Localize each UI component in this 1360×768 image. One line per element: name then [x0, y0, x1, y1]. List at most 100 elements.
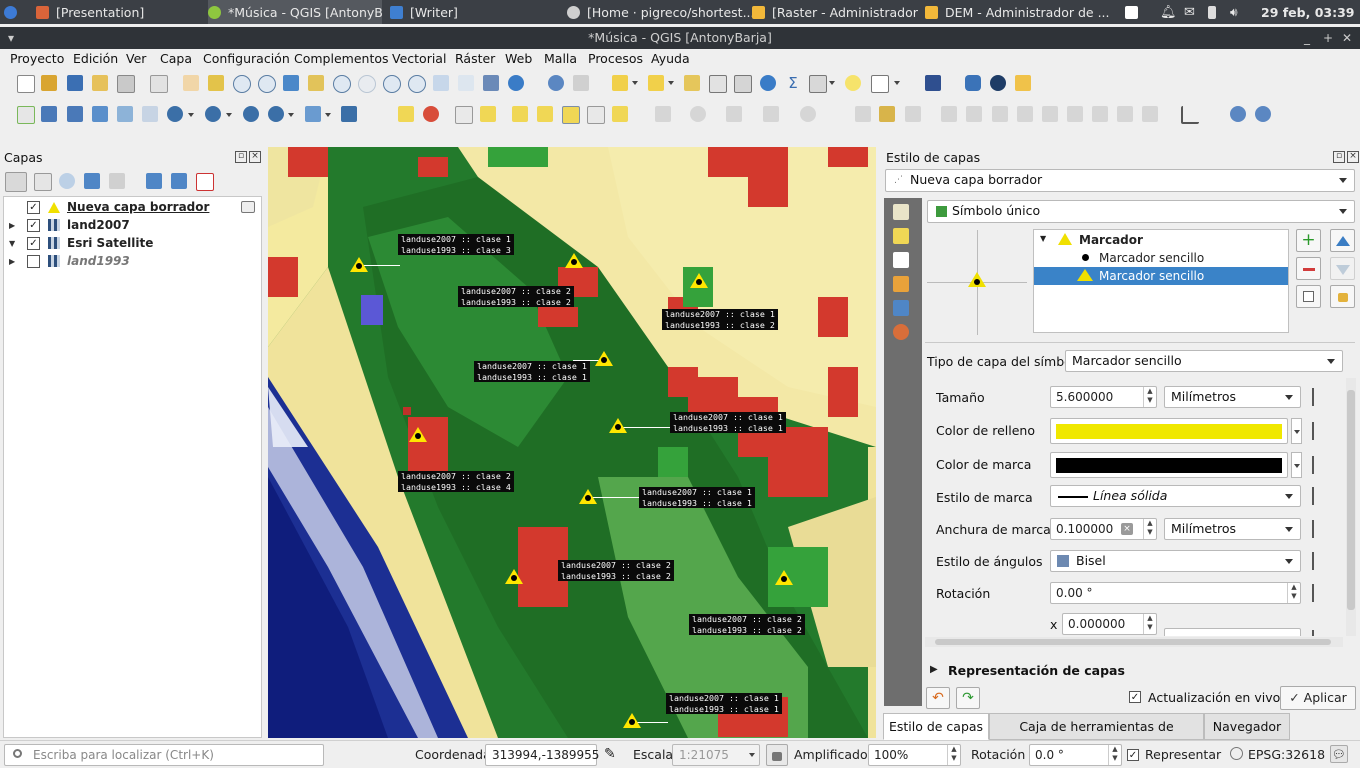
statistics-icon[interactable]: Σ: [785, 75, 801, 91]
tab-processing-toolbox[interactable]: Caja de herramientas de Procesos: [989, 713, 1204, 759]
new-map-view-icon[interactable]: [433, 75, 449, 91]
chevron-right-icon[interactable]: ▶: [9, 221, 15, 230]
add-vector-tile-icon[interactable]: [341, 106, 357, 122]
properties-scrollbar[interactable]: [1346, 378, 1356, 636]
add-group-icon[interactable]: [34, 173, 52, 191]
menu-ayuda[interactable]: Ayuda: [651, 51, 690, 66]
pin-labels-icon[interactable]: [480, 106, 496, 122]
renderer-combo[interactable]: Símbolo único: [927, 200, 1355, 223]
new-project-icon[interactable]: [17, 75, 35, 93]
measure-icon[interactable]: [809, 75, 827, 93]
float-panel-icon[interactable]: ▫: [235, 151, 247, 163]
add-postgis-icon[interactable]: [117, 106, 133, 122]
open-project-icon[interactable]: [41, 75, 57, 91]
tab-estilo-de-capas[interactable]: Estilo de capas: [883, 713, 989, 740]
close-panel-icon[interactable]: ×: [249, 151, 261, 163]
zoom-next-icon[interactable]: [408, 75, 426, 93]
clear-icon[interactable]: ×: [1121, 523, 1133, 535]
mail-icon[interactable]: ✉: [1184, 0, 1200, 24]
add-delimited-text-icon[interactable]: [92, 106, 108, 122]
menu-vectorial[interactable]: Vectorial: [392, 51, 446, 66]
profile-tool-icon[interactable]: [1181, 106, 1199, 124]
map-canvas[interactable]: landuse2007 :: clase 1 landuse1993 :: cl…: [268, 147, 876, 738]
layer-visibility-checkbox[interactable]: ✓: [27, 200, 40, 214]
crs-globe-icon[interactable]: [1230, 747, 1243, 760]
duplicate-symbol-layer-button[interactable]: [1296, 285, 1321, 308]
chevron-down-icon[interactable]: [325, 113, 331, 117]
minimize-button[interactable]: _: [1304, 27, 1310, 49]
close-button[interactable]: ✕: [1342, 27, 1352, 49]
triangle-marker-icon[interactable]: [409, 427, 427, 442]
save-project-icon[interactable]: [67, 75, 83, 91]
zoom-native-icon[interactable]: [358, 75, 376, 93]
triangle-marker-icon[interactable]: [595, 351, 613, 366]
task-raster-folder[interactable]: [Raster - Administrador d...: [752, 0, 922, 24]
copy-features-icon[interactable]: [1067, 106, 1083, 122]
data-defined-override-icon[interactable]: [1312, 456, 1332, 474]
spin-arrows-icon[interactable]: ▲ ▼: [947, 745, 960, 765]
menu-malla[interactable]: Malla: [544, 51, 577, 66]
stroke-style-combo[interactable]: Línea sólida: [1050, 485, 1301, 507]
add-virtual-layer-icon[interactable]: [305, 106, 321, 122]
data-defined-override-icon[interactable]: [1312, 630, 1332, 636]
lock-layer-button[interactable]: [1330, 285, 1355, 308]
chevron-down-icon[interactable]: [226, 113, 232, 117]
label-tool-icon[interactable]: [398, 106, 414, 122]
notifications-icon[interactable]: 🔔︎: [1160, 0, 1176, 24]
filter-expression-icon[interactable]: [109, 173, 125, 189]
open-styling-icon[interactable]: [5, 172, 27, 192]
redo-icon[interactable]: [1142, 106, 1158, 122]
map-rotation-spinbox[interactable]: 0.0 ° ▲ ▼: [1029, 744, 1122, 766]
fill-color-button[interactable]: [1050, 418, 1288, 444]
triangle-marker-icon[interactable]: [623, 713, 641, 728]
size-unit-combo[interactable]: Milímetros: [1164, 386, 1301, 408]
data-defined-override-icon[interactable]: [1312, 388, 1332, 406]
task-browser[interactable]: [Home · pigreco/shortest...: [567, 0, 755, 24]
render-checkbox[interactable]: ✓: [1127, 749, 1139, 761]
add-raster-icon[interactable]: [41, 106, 57, 122]
layer-select-combo[interactable]: ⋰ Nueva capa borrador: [885, 169, 1355, 192]
add-wfs-icon[interactable]: [205, 106, 221, 122]
fill-color-menu-button[interactable]: [1291, 418, 1302, 444]
select-by-value-icon[interactable]: [648, 75, 664, 91]
zoom-full-icon[interactable]: [283, 75, 299, 91]
crs-value[interactable]: EPSG:32618: [1248, 747, 1325, 762]
add-ellipse-icon[interactable]: [726, 106, 742, 122]
triangle-marker-icon[interactable]: [579, 489, 597, 504]
triangle-marker-icon[interactable]: [690, 273, 708, 288]
identify-feature-icon[interactable]: [1255, 106, 1271, 122]
zoom-last-icon[interactable]: [383, 75, 401, 93]
remove-layer-icon[interactable]: [196, 173, 214, 191]
triangle-marker-icon[interactable]: [609, 418, 627, 433]
add-symbol-layer-button[interactable]: +: [1296, 229, 1321, 252]
add-wcs-icon[interactable]: [243, 106, 259, 122]
spin-arrows-icon[interactable]: ▲ ▼: [1143, 519, 1156, 539]
field-calculator-icon[interactable]: [734, 75, 752, 93]
triangle-marker-icon[interactable]: [565, 253, 583, 268]
magnifier-spinbox[interactable]: 100% ▲ ▼: [868, 744, 961, 766]
scratch-layer-icon[interactable]: [241, 201, 255, 213]
close-panel-icon[interactable]: ×: [1347, 151, 1359, 163]
menu-capa[interactable]: Capa: [160, 51, 192, 66]
zoom-in-icon[interactable]: [233, 75, 251, 93]
apply-button[interactable]: ✓ Aplicar: [1280, 686, 1356, 710]
rotation-spinbox[interactable]: 0.00 ° ▲ ▼: [1050, 582, 1301, 604]
masks-tab-icon[interactable]: [893, 252, 909, 268]
move-up-button[interactable]: [1330, 229, 1355, 252]
new-vector-layer-icon[interactable]: [17, 106, 35, 124]
menu-complementos[interactable]: Complementos: [294, 51, 389, 66]
join-style-combo[interactable]: Bisel: [1050, 550, 1301, 572]
search-layer-icon[interactable]: [1230, 106, 1246, 122]
zoom-out-icon[interactable]: [258, 75, 276, 93]
coordinate-field[interactable]: 313994,-1389955: [485, 744, 599, 766]
triangle-marker-icon[interactable]: [350, 257, 368, 272]
change-label-icon[interactable]: [587, 106, 605, 124]
offset-unit-combo[interactable]: [1164, 628, 1301, 636]
scrollbar-thumb[interactable]: [1347, 390, 1355, 610]
chevron-right-icon[interactable]: ▶: [9, 257, 15, 266]
live-update-checkbox[interactable]: ✓: [1129, 691, 1141, 703]
spin-arrows-icon[interactable]: ▲ ▼: [1143, 614, 1156, 634]
lock-scale-button[interactable]: [766, 744, 788, 766]
stroke-color-button[interactable]: [1050, 452, 1288, 478]
tab-navegador[interactable]: Navegador: [1204, 713, 1290, 740]
